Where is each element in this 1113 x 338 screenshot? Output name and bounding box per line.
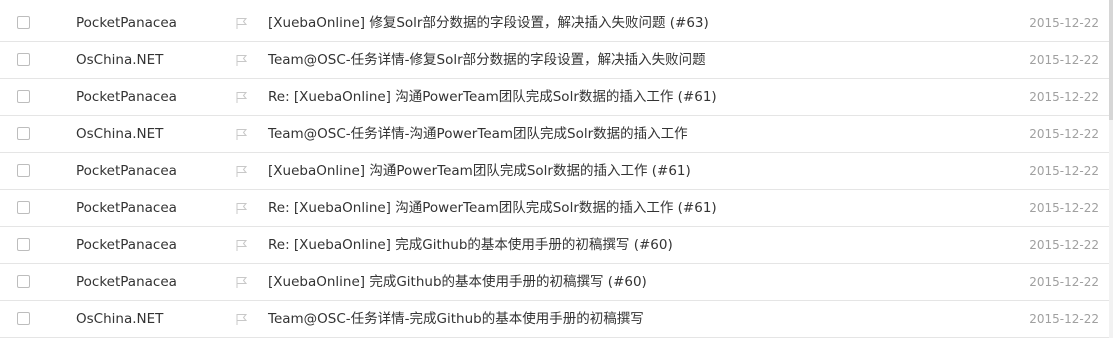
checkbox-icon[interactable] xyxy=(17,90,30,103)
mail-row[interactable]: OsChina.NET Team@OSC-任务详情-完成Github的基本使用手… xyxy=(0,301,1109,338)
mail-list: PocketPanacea [XuebaOnline] 修复Solr部分数据的字… xyxy=(0,5,1109,338)
mail-sender: PocketPanacea xyxy=(76,274,177,290)
mail-date: 2015-12-22 xyxy=(1029,90,1099,104)
mail-row[interactable]: PocketPanacea Re: [XuebaOnline] 沟通PowerT… xyxy=(0,79,1109,116)
flag-icon[interactable] xyxy=(235,313,249,326)
mail-subject[interactable]: Re: [XuebaOnline] 沟通PowerTeam团队完成Solr数据的… xyxy=(268,190,717,226)
mail-sender: OsChina.NET xyxy=(76,311,164,327)
mail-subject[interactable]: [XuebaOnline] 完成Github的基本使用手册的初稿撰写 (#60) xyxy=(268,264,647,300)
mail-sender: PocketPanacea xyxy=(76,200,177,216)
mail-sender: PocketPanacea xyxy=(76,89,177,105)
mail-row[interactable]: PocketPanacea Re: [XuebaOnline] 完成Github… xyxy=(0,227,1109,264)
checkbox-icon[interactable] xyxy=(17,53,30,66)
flag-icon[interactable] xyxy=(235,91,249,104)
mail-subject[interactable]: Team@OSC-任务详情-修复Solr部分数据的字段设置，解决插入失败问题 xyxy=(268,42,706,78)
mail-row[interactable]: OsChina.NET Team@OSC-任务详情-修复Solr部分数据的字段设… xyxy=(0,42,1109,79)
checkbox-icon[interactable] xyxy=(17,201,30,214)
mail-sender: PocketPanacea xyxy=(76,237,177,253)
mail-subject[interactable]: [XuebaOnline] 修复Solr部分数据的字段设置，解决插入失败问题 (… xyxy=(268,5,709,41)
mail-date: 2015-12-22 xyxy=(1029,275,1099,289)
mail-row[interactable]: PocketPanacea [XuebaOnline] 修复Solr部分数据的字… xyxy=(0,5,1109,42)
mail-date: 2015-12-22 xyxy=(1029,238,1099,252)
mail-date: 2015-12-22 xyxy=(1029,127,1099,141)
scrollbar-thumb[interactable] xyxy=(1109,0,1113,120)
mail-subject[interactable]: Team@OSC-任务详情-沟通PowerTeam团队完成Solr数据的插入工作 xyxy=(268,116,688,152)
flag-icon[interactable] xyxy=(235,202,249,215)
mail-row[interactable]: OsChina.NET Team@OSC-任务详情-沟通PowerTeam团队完… xyxy=(0,116,1109,153)
mail-sender: PocketPanacea xyxy=(76,15,177,31)
mail-sender: OsChina.NET xyxy=(76,52,164,68)
mail-row[interactable]: PocketPanacea [XuebaOnline] 完成Github的基本使… xyxy=(0,264,1109,301)
mail-subject[interactable]: Re: [XuebaOnline] 完成Github的基本使用手册的初稿撰写 (… xyxy=(268,227,673,263)
flag-icon[interactable] xyxy=(235,54,249,67)
checkbox-icon[interactable] xyxy=(17,127,30,140)
flag-icon[interactable] xyxy=(235,276,249,289)
scrollbar[interactable] xyxy=(1109,0,1113,338)
checkbox-icon[interactable] xyxy=(17,275,30,288)
mail-subject[interactable]: [XuebaOnline] 沟通PowerTeam团队完成Solr数据的插入工作… xyxy=(268,153,691,189)
mail-sender: OsChina.NET xyxy=(76,126,164,142)
flag-icon[interactable] xyxy=(235,128,249,141)
mail-date: 2015-12-22 xyxy=(1029,16,1099,30)
checkbox-icon[interactable] xyxy=(17,312,30,325)
mail-date: 2015-12-22 xyxy=(1029,164,1099,178)
checkbox-icon[interactable] xyxy=(17,238,30,251)
mail-sender: PocketPanacea xyxy=(76,163,177,179)
flag-icon[interactable] xyxy=(235,17,249,30)
flag-icon[interactable] xyxy=(235,165,249,178)
flag-icon[interactable] xyxy=(235,239,249,252)
checkbox-icon[interactable] xyxy=(17,164,30,177)
mail-subject[interactable]: Re: [XuebaOnline] 沟通PowerTeam团队完成Solr数据的… xyxy=(268,79,717,115)
checkbox-icon[interactable] xyxy=(17,16,30,29)
mail-date: 2015-12-22 xyxy=(1029,201,1099,215)
mail-row[interactable]: PocketPanacea Re: [XuebaOnline] 沟通PowerT… xyxy=(0,190,1109,227)
mail-row[interactable]: PocketPanacea [XuebaOnline] 沟通PowerTeam团… xyxy=(0,153,1109,190)
mail-subject[interactable]: Team@OSC-任务详情-完成Github的基本使用手册的初稿撰写 xyxy=(268,301,644,337)
mail-date: 2015-12-22 xyxy=(1029,312,1099,326)
mail-date: 2015-12-22 xyxy=(1029,53,1099,67)
